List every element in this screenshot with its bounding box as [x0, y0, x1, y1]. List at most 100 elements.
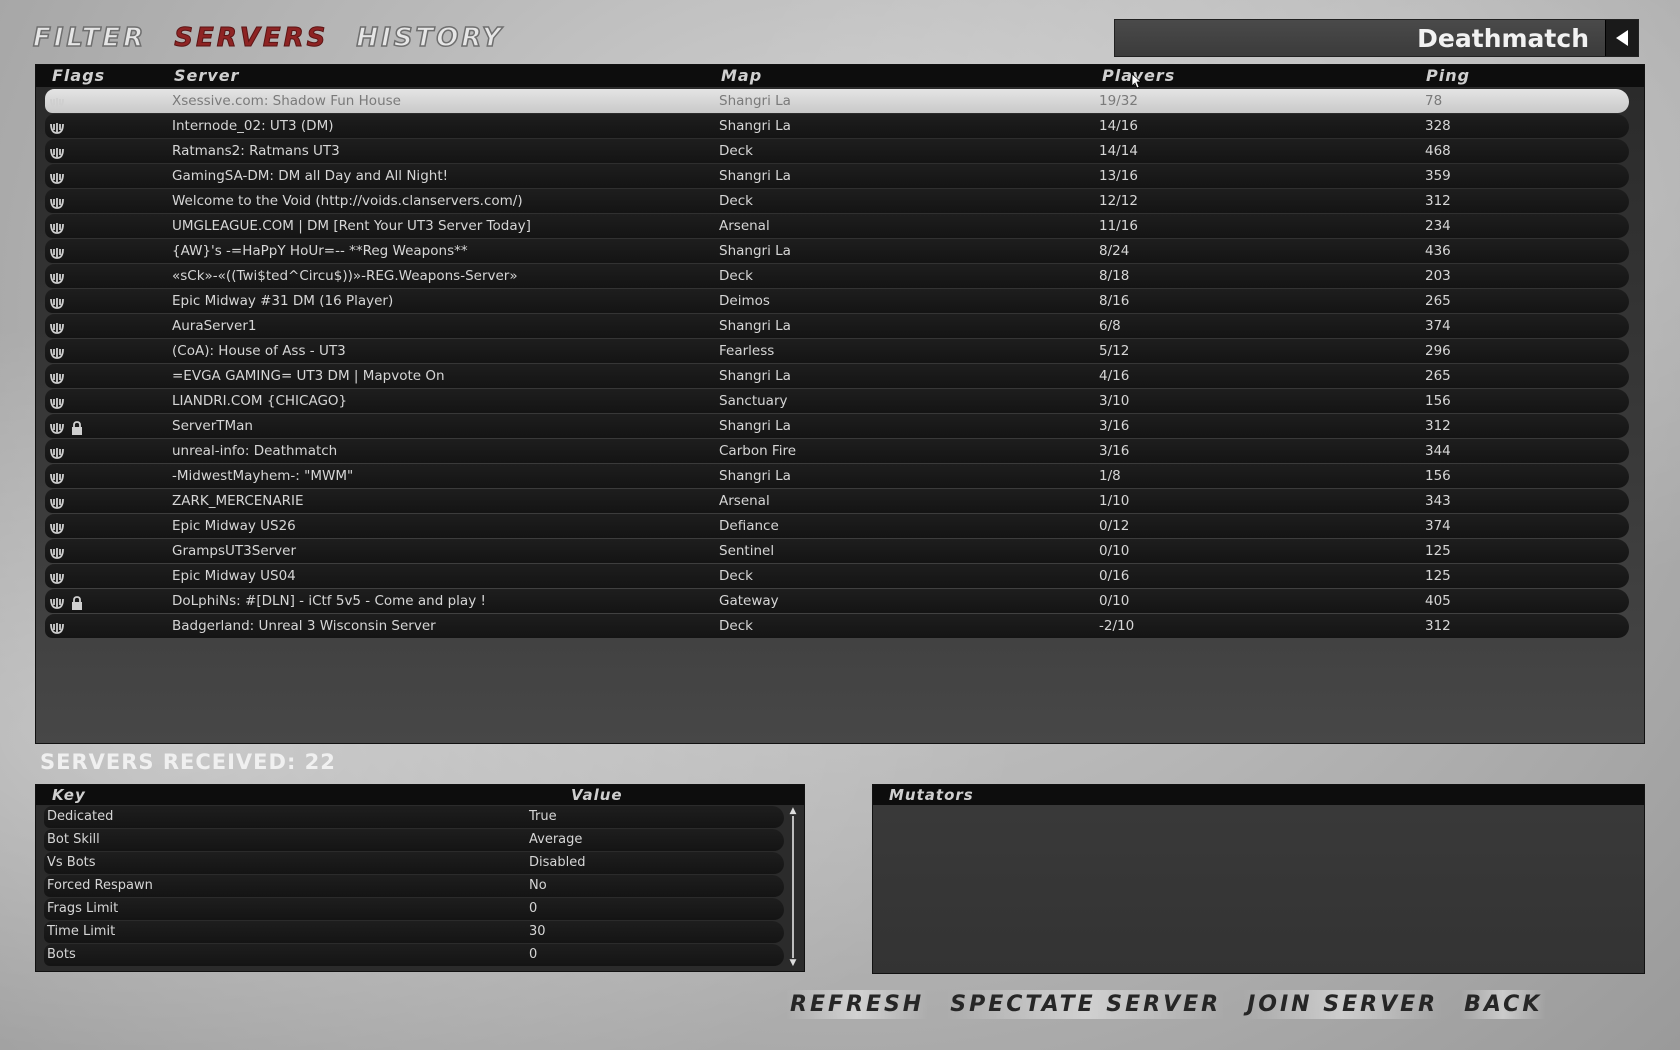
server-players: 3/10: [1099, 393, 1130, 409]
server-players: 11/16: [1099, 218, 1138, 234]
detail-row[interactable]: Dedicated True: [44, 806, 784, 828]
server-list-header: Flags Server Map Players Ping: [36, 65, 1644, 87]
details-scrollbar[interactable]: ▲ ▼: [788, 806, 798, 968]
server-players: 8/16: [1099, 293, 1130, 309]
server-name: Epic Midway #31 DM (16 Player): [172, 293, 394, 309]
column-server[interactable]: Server: [174, 65, 239, 87]
detail-row[interactable]: Vs Bots Disabled: [44, 852, 784, 874]
server-map: Deck: [719, 618, 753, 634]
refresh-button[interactable]: REFRESH: [786, 990, 929, 1019]
server-row[interactable]: =EVGA GAMING= UT3 DM | Mapvote On Shangri…: [45, 364, 1629, 388]
server-row[interactable]: Ratmans2: Ratmans UT3 Deck 14/14 468: [45, 139, 1629, 163]
server-ping: 374: [1425, 518, 1451, 534]
server-row[interactable]: Welcome to the Void (http://voids.clanse…: [45, 189, 1629, 213]
server-flags: [49, 619, 65, 643]
scroll-down-arrow-icon[interactable]: ▼: [788, 958, 798, 968]
column-key[interactable]: Key: [52, 785, 86, 805]
server-name: ServerTMan: [172, 418, 253, 434]
server-ping: 344: [1425, 443, 1451, 459]
back-button[interactable]: BACK: [1460, 990, 1547, 1019]
server-players: 0/10: [1099, 543, 1130, 559]
column-map[interactable]: Map: [721, 65, 762, 87]
server-ping: 328: [1425, 118, 1451, 134]
triangle-left-icon[interactable]: [1605, 20, 1638, 56]
server-name: Internode_02: UT3 (DM): [172, 118, 334, 134]
server-row[interactable]: DoLphiNs: #[DLN] - iCtf 5v5 - Come and p…: [45, 589, 1629, 613]
server-ping: 78: [1425, 93, 1443, 109]
tab-servers[interactable]: SERVERS: [174, 23, 328, 54]
server-row[interactable]: {AW}'s -=HaPpY HoUr=-- **Reg Weapons** Sh…: [45, 239, 1629, 263]
detail-key: Frags Limit: [47, 901, 119, 916]
server-map: Deck: [719, 568, 753, 584]
detail-row[interactable]: Frags Limit 0: [44, 898, 784, 920]
server-ping: 156: [1425, 393, 1451, 409]
server-row[interactable]: LIANDRI.COM {CHICAGO} Sanctuary 3/10 156: [45, 389, 1629, 413]
server-map: Deimos: [719, 293, 770, 309]
server-players: 3/16: [1099, 443, 1130, 459]
server-row[interactable]: Xsessive.com: Shadow Fun House Shangri La…: [45, 89, 1629, 113]
action-buttons: REFRESH SPECTATE SERVER JOIN SERVER BACK: [786, 990, 1547, 1019]
server-row[interactable]: Epic Midway US04 Deck 0/16 125: [45, 564, 1629, 588]
server-map: Shangri La: [719, 168, 791, 184]
tab-history[interactable]: HISTORY: [356, 22, 503, 54]
server-players: 0/10: [1099, 593, 1130, 609]
server-row[interactable]: «sCk»-«((Twi$ted^Circu$))»-REG.Weapons-S…: [45, 264, 1629, 288]
server-name: Epic Midway US04: [172, 568, 296, 584]
scroll-up-arrow-icon[interactable]: ▲: [788, 806, 798, 816]
server-row[interactable]: (CoA): House of Ass - UT3 Fearless 5/12 296: [45, 339, 1629, 363]
server-name: DoLphiNs: #[DLN] - iCtf 5v5 - Come and p…: [172, 593, 486, 609]
server-row[interactable]: ServerTMan Shangri La 3/16 312: [45, 414, 1629, 438]
detail-value: 0: [529, 901, 538, 916]
server-rows: Xsessive.com: Shadow Fun House Shangri La…: [45, 89, 1629, 639]
server-ping: 312: [1425, 418, 1451, 434]
detail-key: Vs Bots: [47, 855, 96, 870]
server-list-panel: Flags Server Map Players Ping Xsessive.c…: [35, 64, 1645, 744]
server-name: LIANDRI.COM {CHICAGO}: [172, 393, 348, 409]
mutators-header: Mutators: [873, 785, 1644, 805]
server-players: 13/16: [1099, 168, 1138, 184]
server-name: -MidwestMayhem-: "MWM": [172, 468, 354, 484]
server-name: Badgerland: Unreal 3 Wisconsin Server: [172, 618, 436, 634]
column-flags[interactable]: Flags: [52, 65, 105, 87]
detail-value: True: [529, 809, 557, 824]
detail-key: Forced Respawn: [47, 878, 153, 893]
server-ping: 265: [1425, 368, 1451, 384]
scroll-track[interactable]: [792, 816, 794, 958]
server-ping: 125: [1425, 568, 1451, 584]
server-row[interactable]: GamingSA-DM: DM all Day and All Night! Sh…: [45, 164, 1629, 188]
detail-value: No: [529, 878, 547, 893]
server-row[interactable]: UMGLEAGUE.COM | DM [Rent Your UT3 Server…: [45, 214, 1629, 238]
server-row[interactable]: ZARK_MERCENARIE Arsenal 1/10 343: [45, 489, 1629, 513]
gametype-selector[interactable]: Deathmatch: [1114, 19, 1639, 57]
detail-row[interactable]: Time Limit 30: [44, 921, 784, 943]
detail-row[interactable]: Bot Skill Average: [44, 829, 784, 851]
server-row[interactable]: unreal-info: Deathmatch Carbon Fire 3/16 34…: [45, 439, 1629, 463]
server-row[interactable]: Epic Midway US26 Defiance 0/12 374: [45, 514, 1629, 538]
column-value[interactable]: Value: [571, 785, 623, 805]
detail-row[interactable]: Forced Respawn No: [44, 875, 784, 897]
server-ping: 343: [1425, 493, 1451, 509]
server-players: -2/10: [1099, 618, 1135, 634]
server-players: 0/12: [1099, 518, 1130, 534]
tab-filter[interactable]: FILTER: [32, 22, 146, 54]
server-row[interactable]: GrampsUT3Server Sentinel 0/10 125: [45, 539, 1629, 563]
server-map: Sanctuary: [719, 393, 788, 409]
server-name: =EVGA GAMING= UT3 DM | Mapvote On: [172, 368, 445, 384]
server-row[interactable]: -MidwestMayhem-: "MWM" Shangri La 1/8 156: [45, 464, 1629, 488]
server-details-header: Key Value: [36, 785, 804, 805]
join-server-button[interactable]: JOIN SERVER: [1243, 990, 1443, 1019]
server-row[interactable]: Badgerland: Unreal 3 Wisconsin Server Dec…: [45, 614, 1629, 638]
top-tabs: FILTER SERVERS HISTORY: [32, 18, 504, 58]
spectate-server-button[interactable]: SPECTATE SERVER: [946, 990, 1226, 1019]
server-name: UMGLEAGUE.COM | DM [Rent Your UT3 Server…: [172, 218, 531, 234]
server-ping: 265: [1425, 293, 1451, 309]
server-row[interactable]: AuraServer1 Shangri La 6/8 374: [45, 314, 1629, 338]
server-row[interactable]: Internode_02: UT3 (DM) Shangri La 14/16 328: [45, 114, 1629, 138]
detail-row[interactable]: Bots 0: [44, 944, 784, 966]
server-ping: 234: [1425, 218, 1451, 234]
column-ping[interactable]: Ping: [1426, 65, 1470, 87]
server-name: Epic Midway US26: [172, 518, 296, 534]
detail-value: Disabled: [529, 855, 586, 870]
server-map: Carbon Fire: [719, 443, 797, 459]
server-row[interactable]: Epic Midway #31 DM (16 Player) Deimos 8/16…: [45, 289, 1629, 313]
